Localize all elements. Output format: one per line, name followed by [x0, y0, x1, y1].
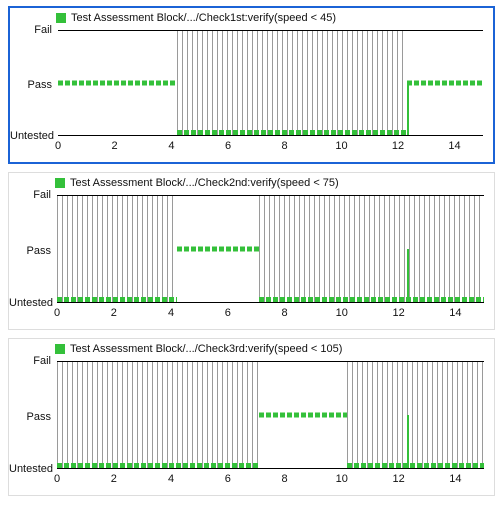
- unt-seg: [347, 463, 484, 468]
- unt-seg: [57, 297, 177, 302]
- chart-panel-3[interactable]: Test Assessment Block/.../Check3rd:verif…: [8, 338, 495, 496]
- x-tick: 8: [281, 140, 287, 152]
- y-tick-pass: Pass: [9, 411, 55, 423]
- untested-track: [57, 297, 484, 302]
- chart-panel-2[interactable]: Test Assessment Block/.../Check2nd:verif…: [8, 172, 495, 330]
- x-tick: 14: [449, 473, 461, 485]
- pass-seg: [58, 81, 177, 86]
- untested-track: [57, 463, 484, 468]
- plot-area: [57, 195, 484, 303]
- x-tick: 0: [54, 307, 60, 319]
- x-tick: 14: [449, 307, 461, 319]
- pass-seg: [407, 81, 484, 86]
- transition-spike: [407, 83, 409, 135]
- x-tick: 2: [111, 140, 117, 152]
- legend-swatch: [55, 178, 65, 188]
- x-tick: 6: [225, 473, 231, 485]
- x-tick: 2: [111, 307, 117, 319]
- charts-stage: Test Assessment Block/.../Check1st:verif…: [0, 0, 503, 508]
- y-tick-untested: Untested: [9, 297, 55, 309]
- plot-area: [57, 361, 484, 469]
- y-tick-pass: Pass: [10, 79, 56, 91]
- x-axis: 0 2 4 6 8 10 12 14: [57, 307, 484, 325]
- pass-seg: [259, 413, 347, 418]
- legend-label: Test Assessment Block/.../Check2nd:verif…: [70, 177, 339, 189]
- x-tick: 4: [168, 140, 174, 152]
- x-tick: 4: [168, 473, 174, 485]
- x-tick: 6: [225, 307, 231, 319]
- unt-seg: [57, 463, 259, 468]
- x-tick: 10: [336, 473, 348, 485]
- pass-seg: [177, 247, 259, 252]
- x-tick: 14: [448, 140, 460, 152]
- legend: Test Assessment Block/.../Check1st:verif…: [56, 12, 336, 24]
- transition-spike: [407, 415, 409, 468]
- x-tick: 10: [335, 140, 347, 152]
- x-tick: 2: [111, 473, 117, 485]
- pass-track: [57, 247, 484, 252]
- y-tick-pass: Pass: [9, 245, 55, 257]
- x-tick: 12: [392, 140, 404, 152]
- x-axis: 0 2 4 6 8 10 12 14: [57, 473, 484, 491]
- x-axis: 0 2 4 6 8 10 12 14: [58, 140, 483, 158]
- y-tick-fail: Fail: [9, 355, 55, 367]
- legend-swatch: [55, 344, 65, 354]
- x-tick: 6: [225, 140, 231, 152]
- x-tick: 4: [168, 307, 174, 319]
- pass-track: [57, 413, 484, 418]
- y-tick-untested: Untested: [9, 463, 55, 475]
- legend-label: Test Assessment Block/.../Check3rd:verif…: [70, 343, 342, 355]
- x-tick: 8: [282, 307, 288, 319]
- x-tick: 0: [55, 140, 61, 152]
- plot-area: [58, 30, 483, 136]
- legend-swatch: [56, 13, 66, 23]
- unt-seg: [259, 297, 484, 302]
- legend-label: Test Assessment Block/.../Check1st:verif…: [71, 12, 336, 24]
- pass-track: [58, 81, 483, 86]
- legend: Test Assessment Block/.../Check2nd:verif…: [55, 177, 339, 189]
- y-tick-fail: Fail: [9, 189, 55, 201]
- y-tick-untested: Untested: [10, 130, 56, 142]
- x-tick: 10: [336, 307, 348, 319]
- y-tick-fail: Fail: [10, 24, 56, 36]
- legend: Test Assessment Block/.../Check3rd:verif…: [55, 343, 342, 355]
- transition-spike: [407, 249, 409, 302]
- untested-track: [58, 130, 483, 135]
- x-tick: 12: [392, 307, 404, 319]
- unt-seg: [177, 130, 407, 135]
- x-tick: 8: [282, 473, 288, 485]
- chart-panel-1[interactable]: Test Assessment Block/.../Check1st:verif…: [8, 6, 495, 164]
- x-tick: 12: [392, 473, 404, 485]
- x-tick: 0: [54, 473, 60, 485]
